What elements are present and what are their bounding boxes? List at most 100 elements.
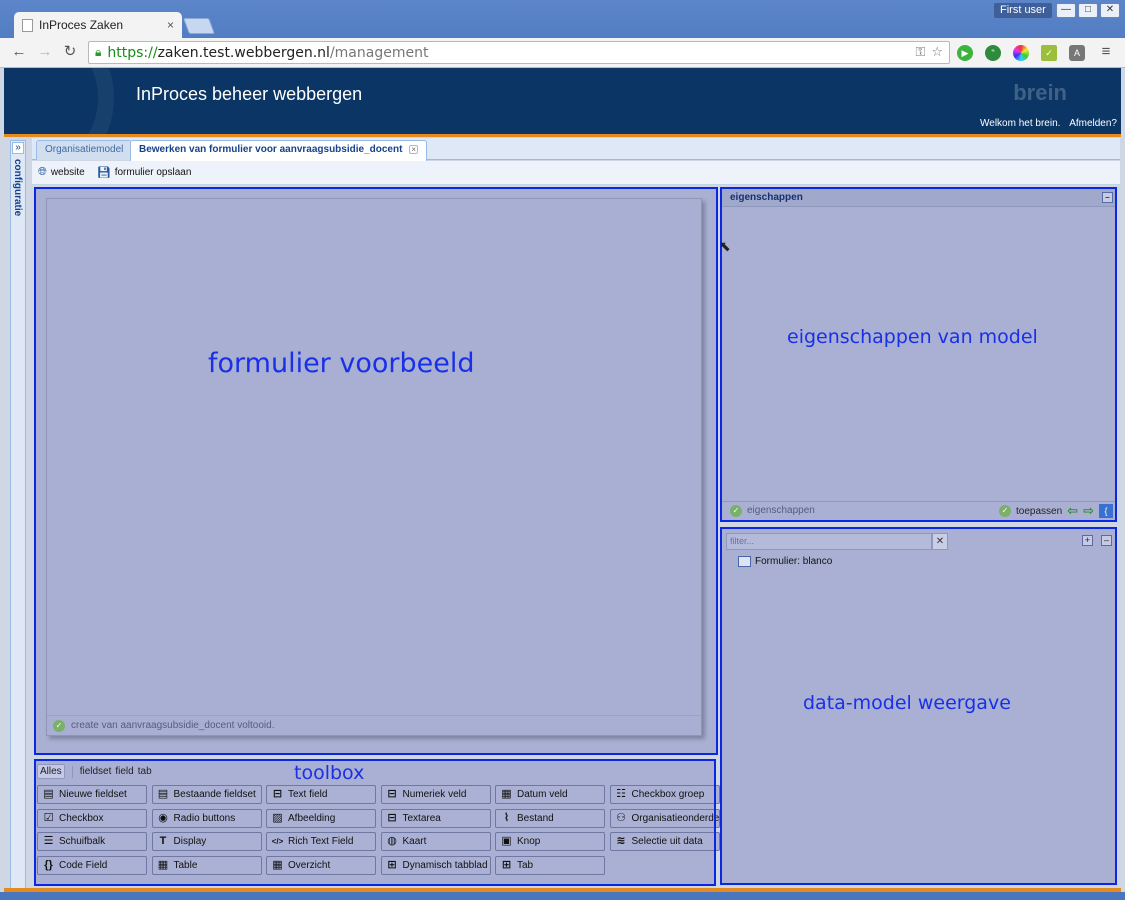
welcome-text: Welkom het brein. [980, 118, 1061, 129]
close-window-button[interactable]: ✕ [1100, 3, 1120, 18]
close-tab-icon[interactable]: × [409, 145, 419, 154]
collapse-all-icon[interactable]: – [1101, 535, 1112, 546]
browser-chrome: InProces Zaken × First user — □ ✕ ← → ↻ … [0, 0, 1125, 68]
toolbox-button[interactable]: ⊞ Dynamisch tabblad [380, 855, 491, 875]
toolbox-button[interactable]: ▨ Afbeelding [266, 808, 376, 828]
toolbox-button[interactable]: T Display [151, 832, 262, 851]
toolbox-button-label: Nieuwe fieldset [59, 789, 127, 800]
maximize-button[interactable]: □ [1078, 3, 1098, 18]
properties-footer: ✓ eigenschappen ✓ toepassen ⇦ ⇨ { [722, 501, 1115, 519]
toolbox-button[interactable]: ⊟ Numeriek veld [380, 785, 491, 804]
toolbox-button-label: Datum veld [517, 789, 568, 800]
tab-organisatiemodel[interactable]: Organisatiemodel [36, 140, 133, 160]
clear-filter-icon[interactable]: ✕ [932, 533, 948, 550]
minimize-button[interactable]: — [1056, 3, 1076, 18]
extension-play-icon[interactable]: ▶ [957, 45, 973, 61]
overview-icon: ▦ [272, 858, 283, 871]
toolbox-button-label: Afbeelding [288, 812, 336, 824]
arrow-left-icon[interactable]: ⇦ [1067, 503, 1078, 519]
filter-fieldset[interactable]: fieldset [80, 766, 112, 777]
back-icon[interactable]: ← [11, 44, 27, 60]
expand-all-icon[interactable]: + [1082, 535, 1093, 546]
website-button[interactable]: 🌐︎ website [38, 166, 85, 179]
website-label: website [50, 167, 85, 178]
filter-all[interactable]: Alles [37, 764, 65, 779]
toolbox-button[interactable]: ◉ Radio buttons [151, 808, 262, 828]
extension-angular-icon[interactable]: A [1069, 45, 1085, 61]
toolbox-button-label: Selectie uit data [631, 836, 703, 847]
calendar-icon: ▦ [501, 788, 512, 800]
form-preview-canvas[interactable]: ✓ create van aanvraagsubsidie_docent vol… [46, 198, 702, 736]
url-path: /management [329, 44, 429, 61]
form-status-text: create van aanvraagsubsidie_docent volto… [71, 720, 275, 731]
toolbox-button[interactable]: ▦ Table [151, 855, 262, 875]
filter-field[interactable]: field [115, 766, 133, 777]
filter-tab[interactable]: tab [138, 766, 152, 777]
map-icon: ◍ [387, 835, 397, 847]
toolbox-button[interactable]: ▦ Overzicht [266, 855, 376, 875]
toolbox-button[interactable]: ⚇ Organisatieonderdeel [609, 808, 720, 828]
address-bar[interactable]: 🔒︎ https:// zaken.test.webbergen.nl /man… [88, 41, 950, 64]
toolbox-button-label: Knop [517, 836, 541, 847]
toolbox-button[interactable]: {} Code Field [37, 855, 147, 875]
toolbox-button-label: Table [173, 859, 198, 871]
apply-button[interactable]: toepassen [1016, 506, 1062, 517]
mouse-cursor-icon: ⬉ [719, 238, 731, 254]
window-bottom-border [0, 892, 1125, 900]
toolbox-button[interactable]: ☑ Checkbox [37, 808, 147, 828]
collapse-icon[interactable]: – [1102, 192, 1113, 203]
menu-icon[interactable]: ≡ [1098, 44, 1114, 60]
filter-input[interactable]: filter... [726, 533, 932, 550]
configuration-panel-collapsed[interactable]: » configuratie [10, 140, 26, 890]
save-form-button[interactable]: 💾︎ formulier opslaan [97, 166, 192, 179]
toolbox-button[interactable]: ◍ Kaart [380, 832, 491, 851]
toolbox-button[interactable]: ▤ Bestaande fieldset [151, 785, 262, 804]
toolbox-button[interactable]: ☰ Schuifbalk [37, 832, 147, 851]
filter-separator [71, 765, 73, 778]
extension-quote-icon[interactable]: " [985, 45, 1001, 61]
forward-icon[interactable]: → [37, 44, 53, 60]
key-icon[interactable]: ⚿ [915, 45, 925, 60]
toolbox-button[interactable]: ⊟ Text field [266, 785, 376, 804]
user-badge[interactable]: First user [994, 3, 1052, 18]
toolbox-button[interactable]: ☷ Checkbox groep [609, 785, 720, 804]
url-scheme: https:// [107, 44, 158, 61]
properties-status: eigenschappen [747, 505, 815, 516]
code-tag-icon: </> [271, 837, 284, 846]
toolbox-button-label: Display [173, 836, 207, 847]
page-icon [22, 18, 33, 32]
toolbox-button-label: Organisatieonderdeel [631, 812, 720, 824]
arrow-right-icon[interactable]: ⇨ [1083, 503, 1094, 519]
editor-toolbar: 🌐︎ website 💾︎ formulier opslaan [32, 161, 1120, 185]
toolbox-button-label: Code Field [59, 859, 108, 871]
toolbox-button[interactable]: ≋ Selectie uit data [609, 832, 720, 851]
extension-color-icon[interactable] [1013, 45, 1029, 61]
new-tab-button[interactable] [183, 18, 215, 34]
toolbox-button[interactable]: ▤ Nieuwe fieldset [37, 785, 147, 804]
header-decoration [4, 68, 114, 136]
toolbox-button[interactable]: ⊟ Textarea [380, 808, 491, 828]
url-host: zaken.test.webbergen.nl [157, 44, 330, 61]
info-icon[interactable]: { [1099, 504, 1113, 518]
toolbox-button[interactable]: </> Rich Text Field [266, 832, 376, 851]
filter-row: filter... ✕ + – [724, 533, 1113, 551]
star-icon[interactable]: ☆ [931, 45, 943, 60]
browser-toolbar: ← → ↻ 🔒︎ https:// zaken.test.webbergen.n… [0, 38, 1125, 68]
toolbox-button-label: Overzicht [288, 859, 331, 871]
reload-icon[interactable]: ↻ [62, 44, 78, 60]
close-tab-icon[interactable]: × [167, 18, 174, 32]
browser-tab[interactable]: InProces Zaken × [14, 12, 182, 38]
expand-icon[interactable]: » [12, 142, 24, 154]
textarea-icon: ⊟ [387, 811, 397, 824]
toolbox-button[interactable]: ⊞ Tab [495, 855, 605, 875]
toolbox-button[interactable]: ⌇ Bestand [495, 808, 605, 828]
tab-form-editor[interactable]: Bewerken van formulier voor aanvraagsubs… [130, 140, 428, 161]
extension-check-icon[interactable]: ✓ [1041, 45, 1057, 61]
toolbox-button[interactable]: ▣ Knop [495, 832, 605, 851]
lock-icon: 🔒︎ [95, 45, 102, 59]
toolbox-button[interactable]: ▦ Datum veld [495, 785, 605, 804]
toolbox-button-label: Rich Text Field [288, 836, 354, 847]
logout-link[interactable]: Afmelden? [1069, 118, 1117, 129]
radio-icon: ◉ [158, 811, 168, 824]
tree-node-form[interactable]: Formulier: blanco [738, 556, 832, 567]
